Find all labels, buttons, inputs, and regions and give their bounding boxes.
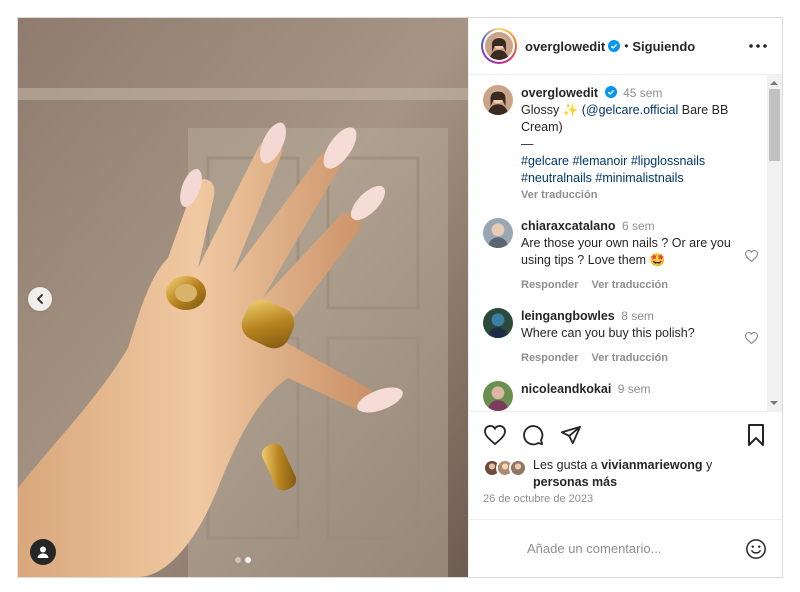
- sparkles-emoji: ✨: [562, 103, 579, 117]
- comments-scrollbar[interactable]: [767, 75, 782, 411]
- scroll-up-arrow[interactable]: [770, 81, 778, 85]
- caption-dash: —: [521, 137, 534, 151]
- likes-summary: Les gusta a vivianmariewong y personas m…: [469, 457, 782, 493]
- likes-text: Les gusta a vivianmariewong y personas m…: [533, 457, 712, 491]
- hashtag-link[interactable]: #gelcare: [521, 154, 569, 168]
- caption-text-part: Glossy: [521, 103, 563, 117]
- comment-input[interactable]: Añade un comentario...: [527, 541, 744, 556]
- comment-icon: [523, 424, 544, 445]
- more-options-button[interactable]: [746, 34, 770, 58]
- following-button[interactable]: Siguiendo: [632, 39, 695, 54]
- comment-actions: Responder Ver traducción: [521, 277, 736, 294]
- comment-age[interactable]: 9 sem: [618, 382, 651, 396]
- scroll-down-arrow[interactable]: [770, 401, 778, 405]
- comment-text: Where can you buy this polish?: [521, 326, 695, 340]
- likes-prefix: Les gusta a: [533, 458, 602, 472]
- other-likers-link[interactable]: personas más: [533, 475, 617, 489]
- hashtag-link[interactable]: #lemanoir: [572, 154, 627, 168]
- like-button[interactable]: [483, 423, 507, 447]
- post-actions: [469, 411, 782, 457]
- verified-icon: [608, 40, 621, 52]
- hashtag-link[interactable]: #minimalistnails: [595, 171, 683, 185]
- likes-middle: y: [702, 458, 713, 472]
- emoji-icon: [746, 538, 766, 559]
- carousel-indicator: [18, 557, 468, 563]
- carousel-prev-button[interactable]: [28, 287, 52, 311]
- hashtag-link[interactable]: #neutralnails: [521, 171, 592, 185]
- emoji-button[interactable]: [744, 537, 768, 561]
- comment-actions: Responder Ver traducción: [521, 350, 736, 367]
- post-media[interactable]: [18, 18, 468, 577]
- comment-age[interactable]: 8 sem: [621, 309, 654, 323]
- post-header: overglowedit • Siguiendo: [469, 18, 782, 75]
- reply-button[interactable]: Responder: [521, 279, 578, 291]
- avatar: [509, 459, 527, 477]
- hashtags: #gelcare #lemanoir #lipglossnails #neutr…: [521, 153, 760, 187]
- see-translation-button[interactable]: Ver traducción: [592, 352, 668, 364]
- caption: overglowedit 45 sem Glossy ✨ (@gelcare.o…: [483, 85, 760, 204]
- caption-username[interactable]: overglowedit: [521, 86, 598, 100]
- comment-age[interactable]: 6 sem: [622, 219, 655, 233]
- avatar[interactable]: [483, 308, 513, 338]
- share-icon: [561, 425, 581, 444]
- carousel-dot: [235, 557, 241, 563]
- heart-icon: [744, 331, 758, 344]
- bookmark-icon: [748, 423, 764, 446]
- likers-avatars[interactable]: [483, 459, 527, 477]
- verified-icon: [604, 86, 617, 98]
- scroll-thumb[interactable]: [769, 89, 780, 161]
- heart-icon: [484, 424, 506, 445]
- header-avatar[interactable]: [481, 28, 517, 64]
- see-translation-button[interactable]: Ver traducción: [521, 187, 760, 204]
- chevron-left-icon: [37, 294, 43, 304]
- comment: leingangbowles 8 sem Where can you buy t…: [483, 308, 760, 367]
- caption-text-part: (: [578, 103, 586, 117]
- comment-button[interactable]: [521, 423, 545, 447]
- hashtag-link[interactable]: #lipglossnails: [631, 154, 705, 168]
- heart-icon: [744, 250, 758, 262]
- comment-like-button[interactable]: [742, 308, 760, 367]
- comment-username[interactable]: nicoleandkokai: [521, 382, 611, 396]
- comment: chiaraxcatalano 6 sem Are those your own…: [483, 218, 760, 294]
- comment-username[interactable]: chiaraxcatalano: [521, 219, 616, 233]
- comment-like-button[interactable]: [742, 218, 760, 294]
- mention-link[interactable]: @gelcare.official: [586, 103, 678, 117]
- avatar[interactable]: [483, 85, 513, 115]
- avatar[interactable]: [483, 381, 513, 411]
- avatar[interactable]: [483, 218, 513, 248]
- share-button[interactable]: [559, 423, 583, 447]
- caption-text: Glossy ✨ (@gelcare.official Bare BB Crea…: [521, 102, 760, 136]
- header-username[interactable]: overglowedit: [525, 39, 605, 54]
- post-date[interactable]: 26 de octubre de 2023: [469, 493, 782, 515]
- more-icon: [749, 44, 767, 48]
- post-details-panel: overglowedit • Siguiendo overglowedit 45…: [468, 18, 782, 577]
- comments-list[interactable]: overglowedit 45 sem Glossy ✨ (@gelcare.o…: [469, 75, 782, 411]
- post-modal: overglowedit • Siguiendo overglowedit 45…: [17, 17, 783, 578]
- post-photo: [18, 18, 468, 577]
- caption-age[interactable]: 45 sem: [623, 86, 662, 100]
- add-comment-bar: Añade un comentario...: [469, 519, 782, 577]
- reply-button[interactable]: Responder: [521, 352, 578, 364]
- save-button[interactable]: [744, 423, 768, 447]
- comment-text: Are those your own nails ? Or are you us…: [521, 236, 731, 267]
- see-translation-button[interactable]: Ver traducción: [592, 279, 668, 291]
- header-separator: •: [624, 39, 629, 53]
- liker-username[interactable]: vivianmariewong: [601, 458, 702, 472]
- avatar: [485, 32, 513, 60]
- comment-username[interactable]: leingangbowles: [521, 309, 615, 323]
- comment: nicoleandkokai 9 sem: [483, 381, 760, 411]
- carousel-dot-active: [245, 557, 251, 563]
